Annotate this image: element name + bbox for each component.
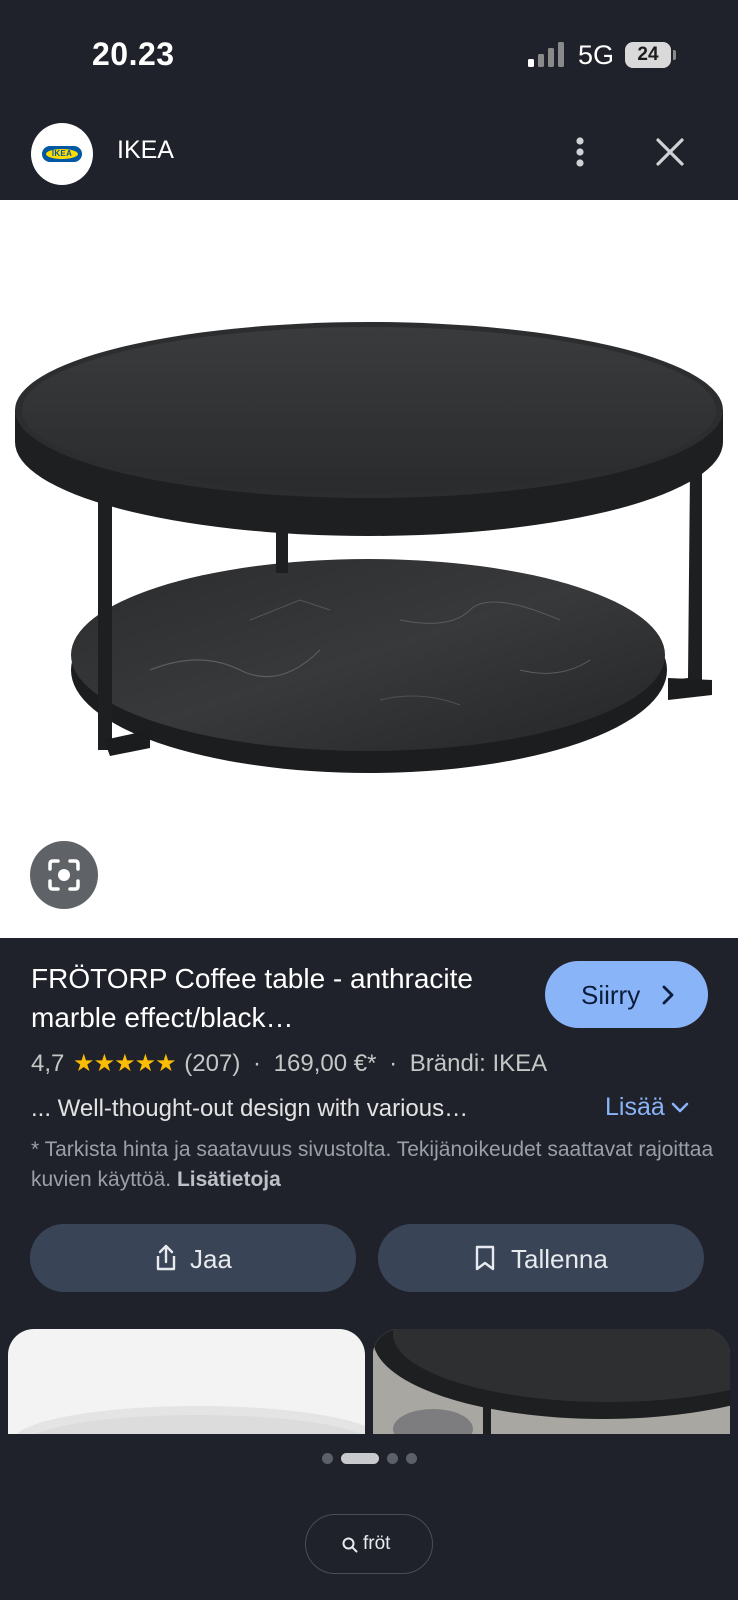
chevron-down-icon: [671, 1103, 689, 1113]
review-count: (207): [184, 1050, 241, 1077]
pagination-dots: [322, 1453, 422, 1465]
rating-value: 4,7: [31, 1050, 65, 1077]
search-query: fröt: [363, 1533, 391, 1554]
chevron-right-icon: [662, 985, 674, 1005]
status-bar: 20.23 5G 24: [0, 0, 738, 110]
disclaimer-text: * Tarkista hinta ja saatavuus sivustolta…: [31, 1138, 714, 1191]
thumbnail-illustration: [373, 1329, 730, 1434]
goto-button[interactable]: Siirry: [545, 961, 708, 1028]
disclaimer: * Tarkista hinta ja saatavuus sivustolta…: [31, 1135, 721, 1195]
network-label: 5G: [578, 40, 615, 70]
product-meta: 4,7 ★★★★★ (207) · 169,00 €* · Brändi: IK…: [31, 1049, 547, 1078]
more-label: Lisää: [605, 1093, 665, 1121]
share-icon: [156, 1244, 176, 1271]
more-vert-icon[interactable]: [564, 132, 596, 172]
battery-level: 24: [625, 42, 671, 68]
bookmark-icon: [475, 1245, 495, 1271]
battery-icon: 24: [625, 42, 677, 68]
share-button[interactable]: Jaa: [30, 1224, 356, 1292]
page-dot-active[interactable]: [341, 1453, 379, 1464]
coffee-table-illustration: [15, 322, 723, 773]
search-pill[interactable]: fröt: [305, 1514, 433, 1574]
close-icon[interactable]: [652, 134, 688, 170]
lens-icon: [48, 859, 80, 891]
learn-more-link[interactable]: Lisätietoja: [177, 1168, 281, 1191]
goto-label: Siirry: [581, 980, 641, 1010]
ikea-logo[interactable]: IKEA: [31, 123, 93, 185]
product-description: ... Well-thought-out design with various…: [31, 1095, 469, 1122]
separator: ·: [253, 1050, 261, 1077]
more-link[interactable]: Lisää: [605, 1093, 689, 1122]
product-image[interactable]: [0, 200, 738, 938]
price: 169,00 €*: [273, 1050, 377, 1077]
save-button[interactable]: Tallenna: [378, 1224, 704, 1292]
rating-stars: ★★★★★: [73, 1050, 177, 1077]
signal-icon: [528, 42, 564, 67]
brand: Brändi: IKEA: [409, 1050, 548, 1077]
logo-text: IKEA: [51, 149, 73, 158]
separator: ·: [389, 1050, 398, 1077]
page-dot[interactable]: [387, 1453, 398, 1464]
product-title[interactable]: FRÖTORP Coffee table - anthracite marble…: [31, 959, 511, 1037]
source-header: IKEA IKEA: [0, 110, 738, 200]
site-name[interactable]: IKEA: [117, 136, 174, 165]
related-image-2[interactable]: [373, 1329, 730, 1434]
lens-button[interactable]: [30, 841, 98, 909]
search-icon: [342, 1537, 358, 1553]
page-dot[interactable]: [406, 1453, 417, 1464]
share-label: Jaa: [190, 1244, 232, 1274]
thumbnail-illustration: [16, 1406, 365, 1434]
related-image-1[interactable]: [8, 1329, 365, 1434]
page-dot[interactable]: [322, 1453, 333, 1464]
save-label: Tallenna: [511, 1244, 608, 1274]
status-time: 20.23: [92, 36, 175, 72]
